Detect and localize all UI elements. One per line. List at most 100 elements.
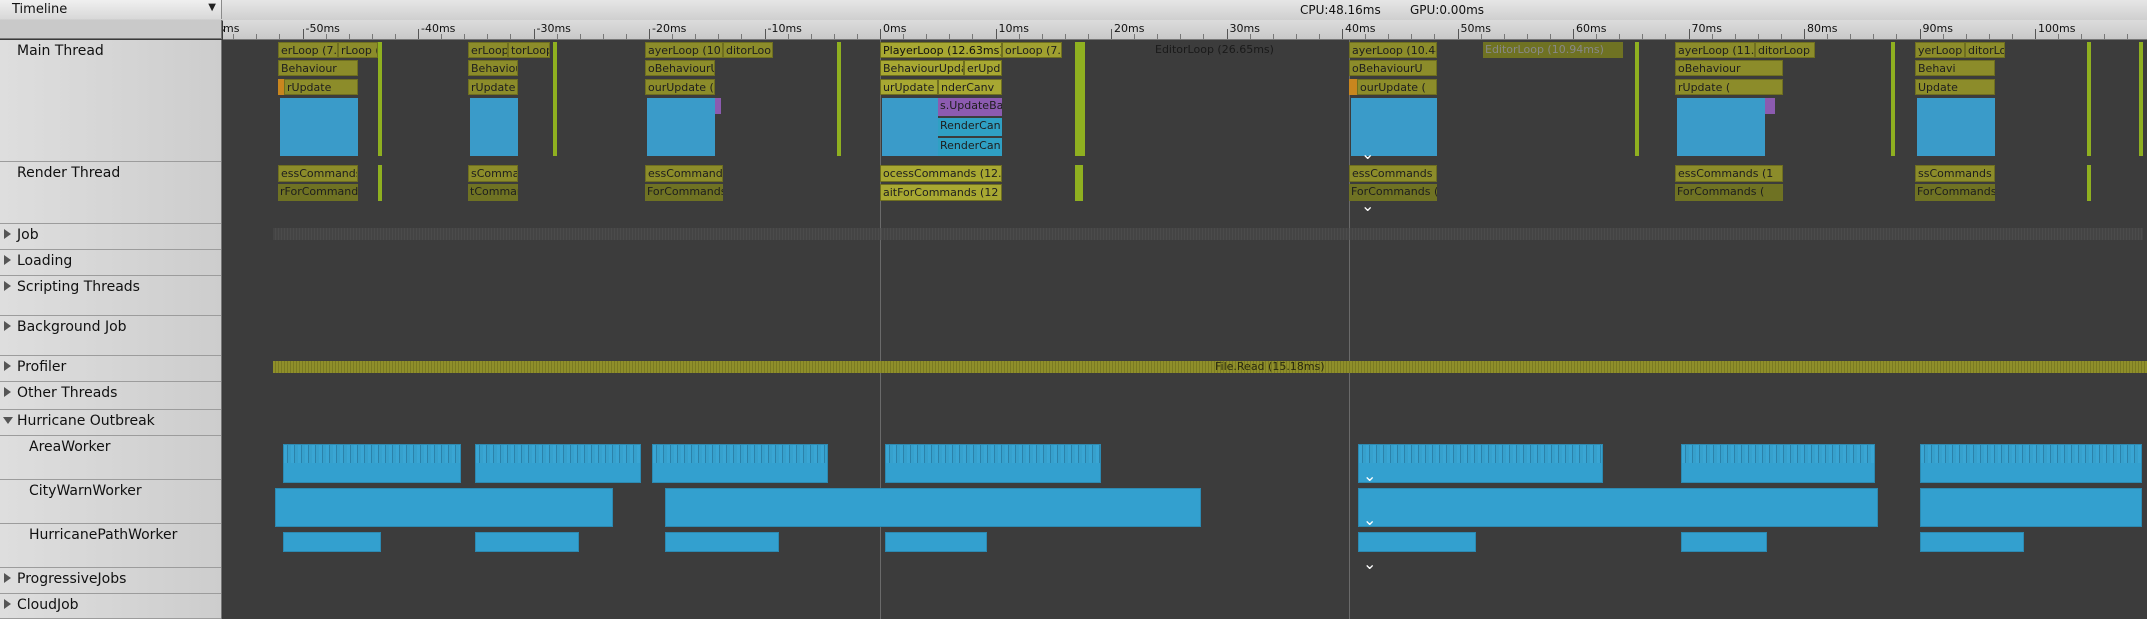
wait-for-commands-block[interactable]: tCommand xyxy=(468,184,518,201)
hurricane-path-worker-job[interactable] xyxy=(1358,532,1476,552)
wait-for-commands-block[interactable]: rForCommand xyxy=(278,184,358,201)
editor-loop-block[interactable]: torLoop (8.03 xyxy=(508,42,550,58)
timeline-tracks[interactable]: erLoop (7.97 rLoop (6.32 Behaviour rUpda… xyxy=(223,40,2147,619)
collapsed-triangle-icon[interactable] xyxy=(4,387,11,397)
collapsed-triangle-icon[interactable] xyxy=(4,255,11,265)
thread-row-loading[interactable]: Loading xyxy=(0,250,221,276)
editor-loop-block[interactable]: ditorLoop (11.07 xyxy=(1755,42,1815,58)
thread-row-cloud[interactable]: CloudJob xyxy=(0,594,221,619)
wait-for-commands-block[interactable]: ForCommands xyxy=(645,184,723,201)
update-batches-block[interactable]: s.UpdateBa xyxy=(938,98,1002,116)
area-worker-job[interactable] xyxy=(1681,444,1875,483)
area-worker-job[interactable] xyxy=(283,444,461,483)
thread-row-area[interactable]: AreaWorker xyxy=(0,436,221,480)
city-warn-worker-job[interactable] xyxy=(665,488,1201,527)
city-warn-worker-job[interactable] xyxy=(1358,488,1878,527)
editor-loop-block[interactable]: ditorLoop (9.46n xyxy=(723,42,773,58)
collapse-chevron-icon[interactable]: ⌄ xyxy=(1363,468,1376,484)
gc-block[interactable] xyxy=(378,42,382,156)
selected-behaviour-update-block[interactable]: erUpdate xyxy=(964,60,1002,76)
collapsed-triangle-icon[interactable] xyxy=(4,599,11,609)
player-loop-block[interactable]: erLoop (7.97 xyxy=(278,42,338,58)
gc-block[interactable] xyxy=(837,42,841,156)
gc-block[interactable] xyxy=(2139,42,2143,156)
update-block[interactable]: rUpdate ( xyxy=(1675,79,1783,95)
player-loop-block[interactable]: erLoop (7.10 xyxy=(468,42,508,58)
process-commands-block[interactable]: essCommands xyxy=(278,165,358,182)
selected-render-canvas-block[interactable]: nderCanv xyxy=(938,79,1002,95)
collapse-chevron-icon[interactable]: ⌄ xyxy=(1361,198,1374,214)
selected-behaviour-update-block[interactable]: BehaviourUpdate xyxy=(880,60,964,76)
behaviour-update-block[interactable]: oBehaviourU xyxy=(1349,60,1437,76)
area-worker-job[interactable] xyxy=(885,444,1101,483)
profiler-sample-block[interactable] xyxy=(1765,98,1775,114)
render-canvas-child-block[interactable]: RenderCan xyxy=(938,118,1002,136)
gc-block[interactable] xyxy=(553,42,557,156)
update-block[interactable]: ourUpdate ( xyxy=(645,79,715,95)
file-read-block[interactable] xyxy=(273,361,2147,373)
update-block[interactable]: ourUpdate ( xyxy=(1357,79,1437,95)
selected-process-commands-block[interactable]: ocessCommands (12. xyxy=(880,165,1002,182)
selected-update-block[interactable]: urUpdate (s xyxy=(880,79,938,95)
collapse-chevron-icon[interactable]: ⌄ xyxy=(1363,512,1376,528)
render-canvas-block[interactable] xyxy=(1677,98,1765,156)
gc-block[interactable] xyxy=(378,165,382,201)
player-loop-block[interactable]: ayerLoop (10.44m xyxy=(1349,42,1437,58)
selected-player-loop-block[interactable]: PlayerLoop (12.63ms) xyxy=(880,42,1002,58)
gc-block[interactable] xyxy=(2087,42,2091,156)
hurricane-path-worker-job[interactable] xyxy=(283,532,381,552)
render-canvas-block[interactable] xyxy=(470,98,518,156)
update-block[interactable]: Update xyxy=(1915,79,1995,95)
behaviour-update-block[interactable]: Behaviour xyxy=(468,60,518,76)
process-commands-block[interactable]: sCommands xyxy=(468,165,518,182)
thread-row-scripting[interactable]: Scripting Threads xyxy=(0,276,221,316)
behaviour-update-block[interactable]: oBehaviourU xyxy=(645,60,715,76)
thread-row-profiler[interactable]: Profiler xyxy=(0,356,221,382)
behaviour-update-block[interactable]: Behaviour xyxy=(278,60,358,76)
player-loop-block[interactable]: ayerLoop (11.21 xyxy=(1675,42,1755,58)
collapse-chevron-icon[interactable]: ⌄ xyxy=(1363,556,1376,572)
area-worker-job[interactable] xyxy=(652,444,828,483)
city-warn-worker-job[interactable] xyxy=(275,488,613,527)
wait-for-commands-block[interactable]: ForCommands ( xyxy=(1675,184,1783,201)
editor-loop-block[interactable]: ditorLoop (9.03 xyxy=(1965,42,2005,58)
expanded-triangle-icon[interactable] xyxy=(3,417,13,424)
selected-wait-for-commands-block[interactable]: aitForCommands (12 xyxy=(880,184,1002,201)
wait-for-commands-block[interactable]: ForCommands xyxy=(1915,184,1995,201)
thread-row-job[interactable]: Job xyxy=(0,224,221,250)
update-block[interactable]: rUpdate xyxy=(284,79,358,95)
thread-row-render[interactable]: Render Thread xyxy=(0,162,221,224)
thread-row-citywarn[interactable]: CityWarnWorker xyxy=(0,480,221,524)
behaviour-update-block[interactable]: oBehaviour xyxy=(1675,60,1783,76)
thread-row-bgjob[interactable]: Background Job xyxy=(0,316,221,356)
gc-block[interactable] xyxy=(1891,42,1895,156)
process-commands-block[interactable]: essCommands (1 xyxy=(1349,165,1437,182)
hurricane-path-worker-job[interactable] xyxy=(475,532,579,552)
editor-loop-block[interactable]: rLoop (6.32 xyxy=(338,42,378,58)
collapsed-triangle-icon[interactable] xyxy=(4,281,11,291)
render-canvas-block[interactable] xyxy=(647,98,715,156)
script-update-block[interactable] xyxy=(1349,79,1357,95)
behaviour-update-block[interactable]: Behavi xyxy=(1915,60,1995,76)
update-block[interactable]: rUpdate xyxy=(468,79,518,95)
thread-row-main[interactable]: Main Thread xyxy=(0,40,221,162)
collapsed-triangle-icon[interactable] xyxy=(4,573,11,583)
gc-block[interactable] xyxy=(2087,165,2091,201)
process-commands-block[interactable]: essCommands ( xyxy=(645,165,723,182)
process-commands-block[interactable]: ssCommands xyxy=(1915,165,1995,182)
thread-row-other[interactable]: Other Threads xyxy=(0,382,221,410)
thread-row-progressive[interactable]: ProgressiveJobs xyxy=(0,568,221,594)
render-canvas-child-block[interactable]: RenderCan xyxy=(938,138,1002,156)
area-worker-job[interactable] xyxy=(1920,444,2142,483)
view-mode-dropdown[interactable]: Timeline ▼ xyxy=(0,0,222,19)
hurricane-path-worker-job[interactable] xyxy=(885,532,987,552)
gc-block[interactable] xyxy=(1075,42,1085,156)
player-loop-block[interactable]: yerLoop (8.67 xyxy=(1915,42,1965,58)
selected-editor-loop-block[interactable]: orLoop (7.51 xyxy=(1002,42,1062,58)
process-commands-block[interactable]: essCommands (1 xyxy=(1675,165,1783,182)
gc-block[interactable] xyxy=(1635,42,1639,156)
editor-loop-block[interactable]: EditorLoop (10.94ms) xyxy=(1483,42,1623,58)
thread-row-hpath[interactable]: HurricanePathWorker xyxy=(0,524,221,568)
render-canvas-block[interactable] xyxy=(1917,98,1995,156)
selected-canvas-block[interactable] xyxy=(882,98,938,156)
